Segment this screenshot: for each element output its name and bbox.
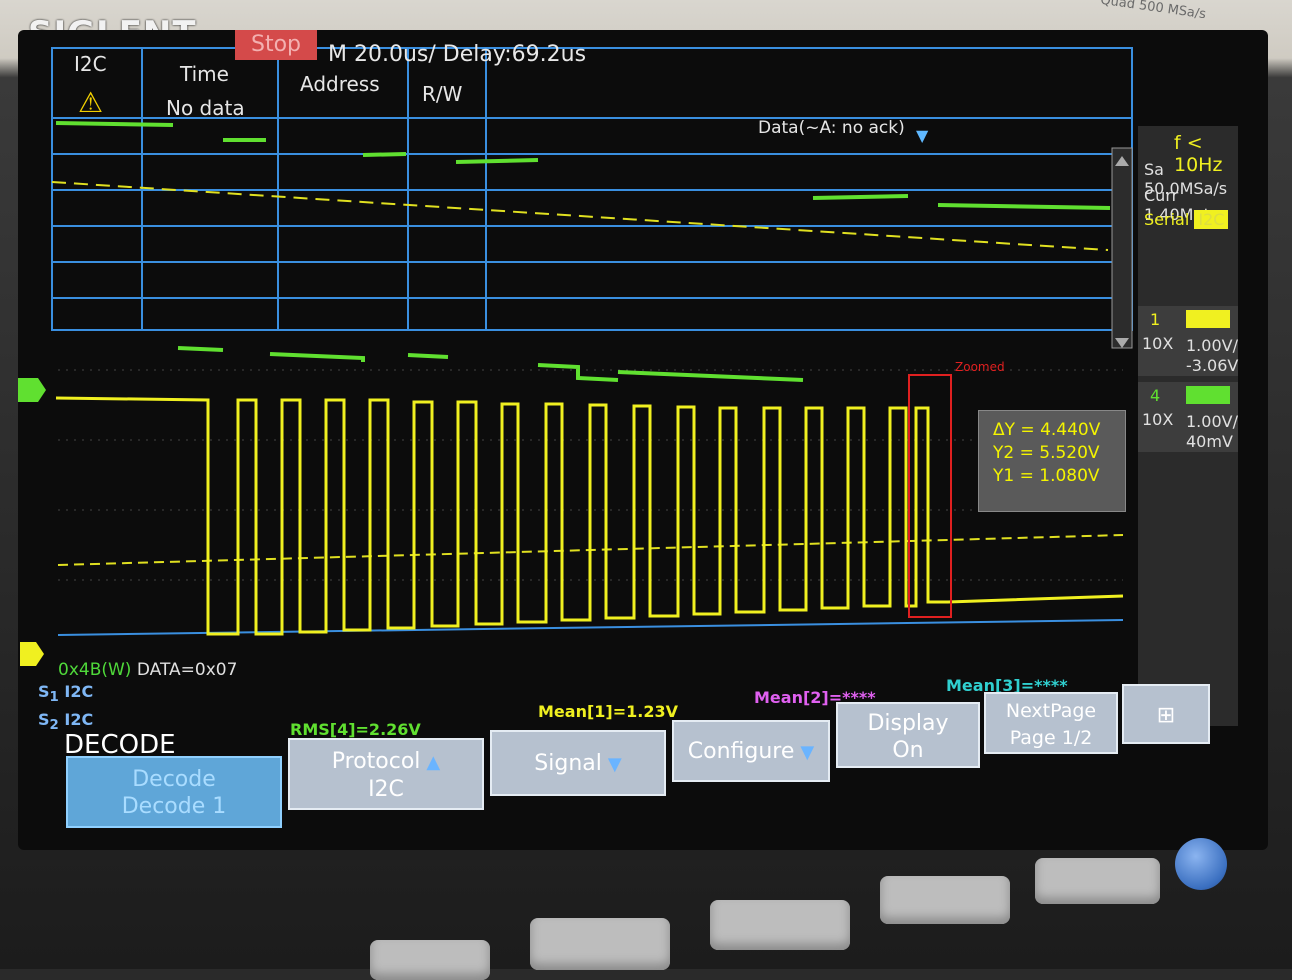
ch4-number: 4 [1150, 386, 1161, 405]
cursor-y1: Y1 = 1.080V [993, 466, 1100, 486]
bus-address: 0x4B(W) [58, 660, 132, 680]
channel-info-panel: f < 10Hz Sa 50.0MSa/s Curr 1.40Mpts Seri… [1138, 126, 1238, 726]
ch1-marker [20, 642, 44, 666]
decode-softkey[interactable]: Decode Decode 1 [66, 756, 282, 828]
display-softkey[interactable]: Display On [836, 702, 980, 768]
zoomed-label: Zoomed [955, 360, 1005, 374]
cursor-y2: Y2 = 5.520V [993, 443, 1100, 463]
ch1-probe: 10X [1142, 334, 1174, 353]
col-rw: R/W [422, 82, 463, 106]
timebase-label[interactable]: M 20.0us/ Delay:69.2us [328, 42, 586, 67]
physical-key-3[interactable] [530, 918, 670, 970]
ch4-probe: 10X [1142, 410, 1174, 429]
ch1-trace [55, 396, 1124, 636]
trigger-position-icon: ▼ [916, 126, 929, 145]
data-column-header: Data(~A: no ack) [758, 118, 905, 138]
col-address: Address [300, 72, 380, 96]
measure-rms4: RMS[4]=2.26V [290, 720, 421, 739]
cursor-readout-box: ΔY = 4.440V Y2 = 5.520V Y1 = 1.080V [978, 410, 1126, 512]
serial-badge: I2C [1194, 210, 1229, 229]
bus-s1-label: S1 I2C [38, 682, 94, 706]
decode-table-grid [51, 47, 1133, 331]
ch4-offset: 40mV [1186, 432, 1233, 451]
multipurpose-knob[interactable] [1175, 838, 1227, 890]
serial-trigger-label: Serial I2C [1144, 210, 1229, 229]
no-data-text: No data [166, 96, 245, 120]
ch1-scale: 1.00V/ [1186, 336, 1238, 355]
ch4-trace [55, 121, 1111, 382]
ch1-color-badge [1186, 310, 1230, 328]
ch4-scale: 1.00V/ [1186, 412, 1238, 431]
nextpage-softkey[interactable]: NextPage Page 1/2 [984, 692, 1118, 754]
ch1-number: 1 [1150, 310, 1161, 329]
col-i2c: I2C [74, 52, 107, 76]
bus-data: DATA=0x07 [136, 660, 238, 680]
run-stop-status[interactable]: Stop [235, 30, 317, 60]
measure-mean1: Mean[1]=1.23V [538, 702, 678, 721]
arrow-down-icon: ▼ [607, 754, 622, 775]
device-info: Quad 500 MSa/s [1099, 0, 1207, 23]
ch1-info[interactable]: 1 10X 1.00V/ -3.06V [1138, 306, 1238, 376]
warning-icon: ⚠ [78, 86, 104, 119]
trigger-level-line [51, 181, 1109, 251]
physical-key-2[interactable] [370, 940, 490, 980]
col-time: Time [180, 62, 229, 86]
scope-bezel: SIGLENT Quad 500 MSa/s [0, 0, 1292, 980]
ch1-offset: -3.06V [1186, 356, 1239, 375]
ch4-marker [18, 378, 46, 402]
ch4-color-badge [1186, 386, 1230, 404]
table-scrollbar [1111, 147, 1133, 349]
arrow-down-icon: ▼ [800, 742, 815, 763]
ch4-info[interactable]: 4 10X 1.00V/ 40mV [1138, 382, 1238, 452]
signal-softkey[interactable]: Signal ▼ [490, 730, 666, 796]
bus-decode-line: 0x4B(W) DATA=0x07 [58, 660, 237, 680]
physical-key-6[interactable] [1035, 858, 1160, 904]
zoomed-highlight-box [908, 374, 952, 618]
scope-screen: I2C Time Address R/W ⚠ No data Data(~A: … [18, 30, 1268, 850]
protocol-softkey[interactable]: Protocol ▲ I2C [288, 738, 484, 810]
network-icon[interactable]: ⊞ [1122, 684, 1210, 744]
physical-key-4[interactable] [710, 900, 850, 950]
configure-softkey[interactable]: Configure ▼ [672, 720, 830, 782]
physical-key-5[interactable] [880, 876, 1010, 924]
arrow-up-icon: ▲ [426, 752, 441, 773]
cursor-delta-y: ΔY = 4.440V [993, 420, 1101, 440]
